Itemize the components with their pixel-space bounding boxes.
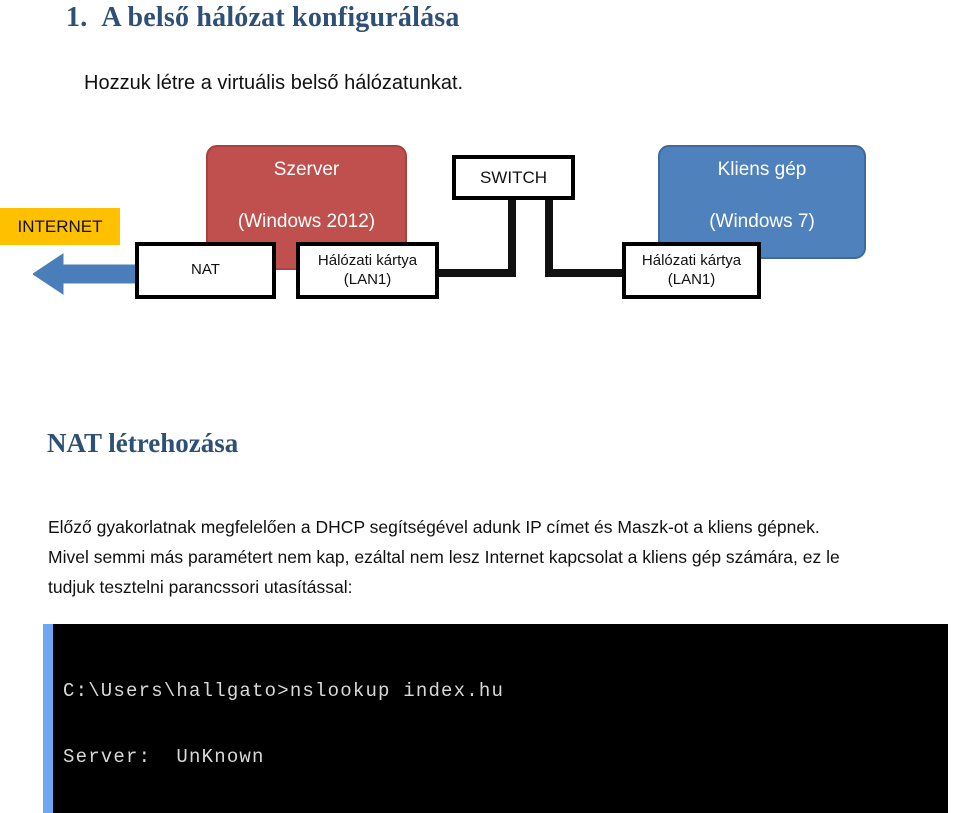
terminal-line-2: Server: UnKnown (63, 746, 265, 768)
client-nic-lan: (LAN1) (667, 270, 716, 288)
server-name: Szerver (273, 159, 340, 180)
server-os: (Windows 2012) (237, 211, 376, 232)
section-heading: NAT létrehozása (47, 428, 239, 458)
left-arrow-icon (33, 253, 141, 295)
intro-sentence: Hozzuk létre a virtuális belső hálózatun… (84, 72, 464, 94)
body-line-1: Előző gyakorlatnak megfelelően a DHCP se… (48, 517, 820, 537)
body-line-2: Mivel semmi más paramétert nem kap, ezál… (48, 547, 840, 567)
server-nic-label: Hálózati kártya (317, 251, 418, 269)
server-nic-lan: (LAN1) (343, 270, 392, 288)
body-paragraph: Előző gyakorlatnak megfelelően a DHCP se… (48, 512, 928, 602)
switch-box: SWITCH (452, 155, 575, 200)
network-diagram: Szerver (Windows 2012) Kliens gép (Windo… (0, 130, 960, 315)
nat-box: NAT (135, 242, 276, 299)
connector-line-switch-left-vertical (508, 198, 516, 277)
client-name: Kliens gép (717, 159, 807, 180)
server-network-card-box: Hálózati kártya (LAN1) (296, 242, 439, 299)
terminal-output: C:\Users\hallgato>nslookup index.hu Serv… (63, 636, 769, 813)
connector-line-switch-right-horizontal (549, 269, 627, 277)
terminal-screenshot: C:\Users\hallgato>nslookup index.hu Serv… (43, 624, 948, 813)
connector-line-switch-left-horizontal (435, 269, 513, 277)
connector-line-switch-right-vertical (545, 198, 553, 277)
page-title: 1. A belső hálózat konfigurálása (66, 2, 460, 34)
page-title-text: A belső hálózat konfigurálása (101, 2, 460, 33)
body-line-3: tudjuk tesztelni parancssori utasítással… (48, 577, 353, 597)
switch-label: SWITCH (479, 167, 548, 187)
client-os: (Windows 7) (709, 211, 815, 232)
page-title-number: 1. (66, 2, 88, 33)
client-network-card-box: Hálózati kártya (LAN1) (622, 242, 761, 299)
nat-label: NAT (191, 261, 220, 279)
terminal-selection-bar (43, 624, 53, 813)
client-nic-label: Hálózati kártya (641, 251, 742, 269)
terminal-line-1: C:\Users\hallgato>nslookup index.hu (63, 680, 505, 702)
internet-label-box: INTERNET (0, 208, 120, 245)
